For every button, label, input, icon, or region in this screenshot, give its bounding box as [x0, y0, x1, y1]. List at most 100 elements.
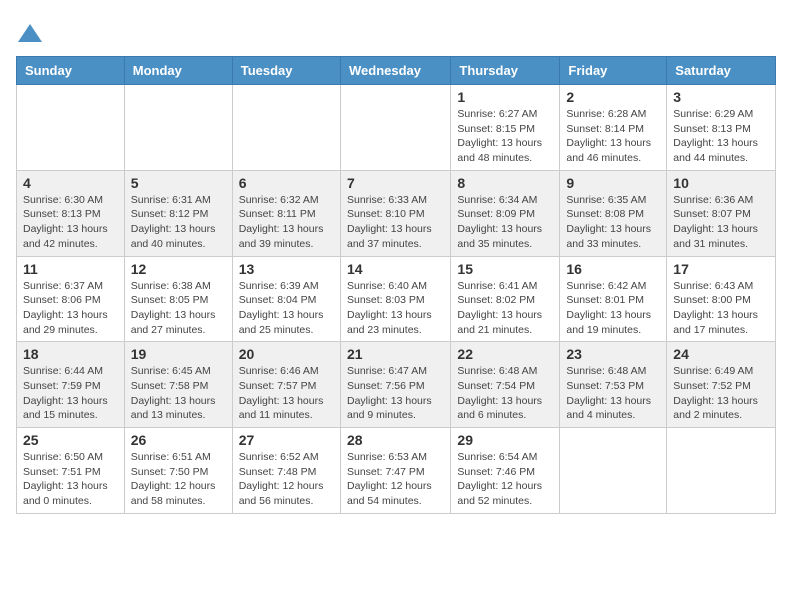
calendar-cell: 14Sunrise: 6:40 AM Sunset: 8:03 PM Dayli… — [340, 256, 450, 342]
day-number: 12 — [131, 261, 226, 277]
day-number: 8 — [457, 175, 553, 191]
day-info: Sunrise: 6:39 AM Sunset: 8:04 PM Dayligh… — [239, 279, 334, 338]
day-info: Sunrise: 6:33 AM Sunset: 8:10 PM Dayligh… — [347, 193, 444, 252]
day-info: Sunrise: 6:30 AM Sunset: 8:13 PM Dayligh… — [23, 193, 118, 252]
calendar-cell: 7 Sunrise: 6:33 AM Sunset: 8:10 PM Daylig… — [340, 170, 450, 256]
day-number: 1 — [457, 89, 553, 105]
calendar-cell — [667, 428, 776, 514]
day-info: Sunrise: 6:53 AM Sunset: 7:47 PM Dayligh… — [347, 450, 444, 509]
calendar-cell: 12 Sunrise: 6:38 AM Sunset: 8:05 PM Dayli… — [124, 256, 232, 342]
calendar-cell: 27 Sunrise: 6:52 AM Sunset: 7:48 PM Dayli… — [232, 428, 340, 514]
day-info: Sunrise: 6:44 AM Sunset: 7:59 PM Dayligh… — [23, 364, 118, 423]
day-info: Sunrise: 6:49 AM Sunset: 7:52 PM Dayligh… — [673, 364, 769, 423]
day-header-thursday: Thursday — [451, 57, 560, 85]
day-number: 27 — [239, 432, 334, 448]
day-number: 7 — [347, 175, 444, 191]
day-info: Sunrise: 6:52 AM Sunset: 7:48 PM Dayligh… — [239, 450, 334, 509]
day-number: 6 — [239, 175, 334, 191]
day-info: Sunrise: 6:48 AM Sunset: 7:54 PM Dayligh… — [457, 364, 553, 423]
day-header-sunday: Sunday — [17, 57, 125, 85]
calendar-cell: 23 Sunrise: 6:48 AM Sunset: 7:53 PM Dayli… — [560, 342, 667, 428]
calendar-header: SundayMondayTuesdayWednesdayThursdayFrid… — [17, 57, 776, 85]
calendar-cell: 10 Sunrise: 6:36 AM Sunset: 8:07 PM Dayli… — [667, 170, 776, 256]
day-number: 26 — [131, 432, 226, 448]
day-info: Sunrise: 6:54 AM Sunset: 7:46 PM Dayligh… — [457, 450, 553, 509]
day-info: Sunrise: 6:47 AM Sunset: 7:56 PM Dayligh… — [347, 364, 444, 423]
calendar-cell: 8 Sunrise: 6:34 AM Sunset: 8:09 PM Daylig… — [451, 170, 560, 256]
calendar: SundayMondayTuesdayWednesdayThursdayFrid… — [16, 56, 776, 514]
day-number: 5 — [131, 175, 226, 191]
day-number: 14 — [347, 261, 444, 277]
day-info: Sunrise: 6:41 AM Sunset: 8:02 PM Dayligh… — [457, 279, 553, 338]
calendar-cell: 21 Sunrise: 6:47 AM Sunset: 7:56 PM Dayli… — [340, 342, 450, 428]
day-number: 10 — [673, 175, 769, 191]
calendar-cell — [17, 85, 125, 171]
day-header-saturday: Saturday — [667, 57, 776, 85]
calendar-cell: 15Sunrise: 6:41 AM Sunset: 8:02 PM Dayli… — [451, 256, 560, 342]
day-number: 19 — [131, 346, 226, 362]
calendar-cell: 16 Sunrise: 6:42 AM Sunset: 8:01 PM Dayli… — [560, 256, 667, 342]
day-header-monday: Monday — [124, 57, 232, 85]
calendar-cell: 3Sunrise: 6:29 AM Sunset: 8:13 PM Daylig… — [667, 85, 776, 171]
calendar-cell: 13 Sunrise: 6:39 AM Sunset: 8:04 PM Dayli… — [232, 256, 340, 342]
day-info: Sunrise: 6:48 AM Sunset: 7:53 PM Dayligh… — [566, 364, 660, 423]
day-info: Sunrise: 6:28 AM Sunset: 8:14 PM Dayligh… — [566, 107, 660, 166]
calendar-cell — [560, 428, 667, 514]
calendar-cell: 1 Sunrise: 6:27 AM Sunset: 8:15 PM Daylig… — [451, 85, 560, 171]
calendar-cell: 18 Sunrise: 6:44 AM Sunset: 7:59 PM Dayli… — [17, 342, 125, 428]
day-info: Sunrise: 6:34 AM Sunset: 8:09 PM Dayligh… — [457, 193, 553, 252]
calendar-cell: 6 Sunrise: 6:32 AM Sunset: 8:11 PM Daylig… — [232, 170, 340, 256]
calendar-week-1: 1 Sunrise: 6:27 AM Sunset: 8:15 PM Daylig… — [17, 85, 776, 171]
calendar-cell: 4 Sunrise: 6:30 AM Sunset: 8:13 PM Daylig… — [17, 170, 125, 256]
calendar-cell: 19 Sunrise: 6:45 AM Sunset: 7:58 PM Dayli… — [124, 342, 232, 428]
day-info: Sunrise: 6:38 AM Sunset: 8:05 PM Dayligh… — [131, 279, 226, 338]
day-info: Sunrise: 6:32 AM Sunset: 8:11 PM Dayligh… — [239, 193, 334, 252]
logo-icon — [16, 20, 44, 48]
calendar-cell: 20Sunrise: 6:46 AM Sunset: 7:57 PM Dayli… — [232, 342, 340, 428]
day-info: Sunrise: 6:46 AM Sunset: 7:57 PM Dayligh… — [239, 364, 334, 423]
day-number: 11 — [23, 261, 118, 277]
calendar-cell: 11 Sunrise: 6:37 AM Sunset: 8:06 PM Dayli… — [17, 256, 125, 342]
calendar-week-3: 11 Sunrise: 6:37 AM Sunset: 8:06 PM Dayli… — [17, 256, 776, 342]
day-info: Sunrise: 6:42 AM Sunset: 8:01 PM Dayligh… — [566, 279, 660, 338]
day-info: Sunrise: 6:50 AM Sunset: 7:51 PM Dayligh… — [23, 450, 118, 509]
calendar-cell: 5 Sunrise: 6:31 AM Sunset: 8:12 PM Daylig… — [124, 170, 232, 256]
day-info: Sunrise: 6:51 AM Sunset: 7:50 PM Dayligh… — [131, 450, 226, 509]
day-info: Sunrise: 6:36 AM Sunset: 8:07 PM Dayligh… — [673, 193, 769, 252]
day-number: 28 — [347, 432, 444, 448]
day-info: Sunrise: 6:37 AM Sunset: 8:06 PM Dayligh… — [23, 279, 118, 338]
header — [16, 16, 776, 48]
day-number: 29 — [457, 432, 553, 448]
calendar-cell — [340, 85, 450, 171]
day-number: 24 — [673, 346, 769, 362]
calendar-cell: 17Sunrise: 6:43 AM Sunset: 8:00 PM Dayli… — [667, 256, 776, 342]
day-number: 13 — [239, 261, 334, 277]
calendar-cell: 9 Sunrise: 6:35 AM Sunset: 8:08 PM Daylig… — [560, 170, 667, 256]
day-number: 25 — [23, 432, 118, 448]
calendar-week-4: 18 Sunrise: 6:44 AM Sunset: 7:59 PM Dayli… — [17, 342, 776, 428]
day-number: 22 — [457, 346, 553, 362]
day-header-wednesday: Wednesday — [340, 57, 450, 85]
calendar-week-5: 25 Sunrise: 6:50 AM Sunset: 7:51 PM Dayli… — [17, 428, 776, 514]
day-info: Sunrise: 6:29 AM Sunset: 8:13 PM Dayligh… — [673, 107, 769, 166]
calendar-cell: 29 Sunrise: 6:54 AM Sunset: 7:46 PM Dayli… — [451, 428, 560, 514]
day-info: Sunrise: 6:27 AM Sunset: 8:15 PM Dayligh… — [457, 107, 553, 166]
day-number: 16 — [566, 261, 660, 277]
logo — [16, 20, 48, 48]
day-number: 23 — [566, 346, 660, 362]
day-info: Sunrise: 6:35 AM Sunset: 8:08 PM Dayligh… — [566, 193, 660, 252]
day-header-tuesday: Tuesday — [232, 57, 340, 85]
calendar-cell: 24 Sunrise: 6:49 AM Sunset: 7:52 PM Dayli… — [667, 342, 776, 428]
day-info: Sunrise: 6:31 AM Sunset: 8:12 PM Dayligh… — [131, 193, 226, 252]
day-number: 2 — [566, 89, 660, 105]
day-header-friday: Friday — [560, 57, 667, 85]
day-info: Sunrise: 6:45 AM Sunset: 7:58 PM Dayligh… — [131, 364, 226, 423]
day-number: 21 — [347, 346, 444, 362]
day-number: 17 — [673, 261, 769, 277]
calendar-cell: 2 Sunrise: 6:28 AM Sunset: 8:14 PM Daylig… — [560, 85, 667, 171]
day-number: 18 — [23, 346, 118, 362]
day-number: 4 — [23, 175, 118, 191]
day-number: 9 — [566, 175, 660, 191]
calendar-cell: 28 Sunrise: 6:53 AM Sunset: 7:47 PM Dayli… — [340, 428, 450, 514]
calendar-cell — [232, 85, 340, 171]
